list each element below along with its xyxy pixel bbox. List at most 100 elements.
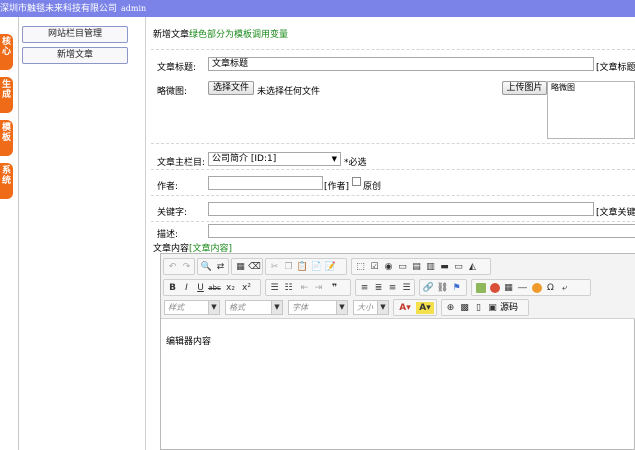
source-button[interactable]: 源码	[500, 302, 518, 314]
top-bar: 深圳市触毯未来科技有限公司 admin	[0, 0, 635, 17]
divider	[151, 221, 635, 222]
title-input[interactable]: 文章标题	[208, 57, 594, 71]
bg-color-icon[interactable]: A▾	[416, 302, 434, 314]
chevron-down-icon: ▼	[377, 301, 388, 314]
copy-icon[interactable]: ❐	[282, 261, 295, 273]
choose-file-button[interactable]: 选择文件	[208, 81, 254, 95]
page-break-icon[interactable]: ⤶	[558, 282, 571, 294]
divider	[151, 169, 635, 170]
underline-icon[interactable]: U	[194, 282, 207, 294]
paste-icon[interactable]: 📋	[296, 261, 309, 273]
chevron-down-icon: ▼	[271, 301, 282, 314]
page-title: 新增文章	[153, 30, 190, 40]
editor-content[interactable]: 编辑器内容	[166, 334, 211, 347]
style-combo[interactable]: 样式 ▼	[164, 300, 220, 315]
cut-icon[interactable]: ✂	[268, 261, 281, 273]
bullet-list-icon[interactable]: ☷	[282, 282, 295, 294]
column-select[interactable]: 公司简介 [ID:1] ▼	[208, 152, 341, 166]
align-left-icon[interactable]: ≡	[358, 282, 371, 294]
show-blocks-icon[interactable]: ▩	[458, 302, 471, 314]
page-hint: 绿色部分为模板调用变量	[189, 30, 289, 40]
maximize-icon[interactable]: ⊕	[444, 302, 457, 314]
tab-core[interactable]: 核心	[0, 34, 13, 70]
paste-word-icon[interactable]: 📝	[324, 261, 337, 273]
desc-label: 描述:	[157, 230, 179, 240]
tab-generate[interactable]: 生成	[0, 77, 13, 113]
find-icon[interactable]: 🔍	[200, 261, 213, 273]
history-group: ↶ ↷	[163, 258, 195, 275]
special-char-icon[interactable]: Ω	[544, 282, 557, 294]
format-group: B I U abc x₂ x²	[163, 279, 261, 296]
format-combo[interactable]: 格式 ▼	[225, 300, 283, 315]
bold-icon[interactable]: B	[166, 282, 179, 294]
divider	[151, 49, 635, 50]
image-icon[interactable]	[476, 283, 486, 293]
company-name: 深圳市触毯未来科技有限公司	[0, 4, 118, 14]
textarea-icon[interactable]: ▤	[410, 261, 423, 273]
indent-icon[interactable]: ⇥	[312, 282, 325, 294]
tools-group: ⊕ ▩ ▯ ▣ 源码	[441, 299, 529, 316]
select-all-icon[interactable]: ▦	[234, 261, 247, 273]
numbered-list-icon[interactable]: ☰	[268, 282, 281, 294]
paste-text-icon[interactable]: 📄	[310, 261, 323, 273]
author-var: [作者]	[324, 182, 350, 192]
form-icon[interactable]: ⬚	[354, 261, 367, 273]
strike-icon[interactable]: abc	[208, 282, 221, 294]
original-checkbox[interactable]	[352, 177, 361, 186]
replace-icon[interactable]: ⇄	[214, 261, 227, 273]
menu-column-manage[interactable]: 网站栏目管理	[22, 26, 128, 43]
select-icon[interactable]: ▥	[424, 261, 437, 273]
align-justify-icon[interactable]: ☰	[400, 282, 413, 294]
font-combo[interactable]: 字体 ▼	[288, 300, 348, 315]
hidden-field-icon[interactable]: ◭	[466, 261, 479, 273]
preview-icon[interactable]: ▯	[472, 302, 485, 314]
subscript-icon[interactable]: x₂	[224, 282, 237, 294]
tab-template[interactable]: 模板	[0, 120, 13, 156]
chevron-down-icon: ▼	[208, 301, 219, 314]
radio-icon[interactable]: ◉	[382, 261, 395, 273]
page-header: 新增文章绿色部分为模板调用变量	[153, 27, 288, 40]
chevron-down-icon: ▼	[336, 301, 347, 314]
upload-image-button[interactable]: 上传图片	[502, 81, 547, 95]
checkbox-icon[interactable]: ☑	[368, 261, 381, 273]
image-button-icon[interactable]: ▭	[452, 261, 465, 273]
required-mark: *必选	[344, 158, 367, 168]
insert-group: ⬚ ☑ ◉ ▭ ▤ ▥ ▬ ▭ ◭	[351, 258, 491, 275]
undo-icon[interactable]: ↶	[166, 261, 179, 273]
list-group: ☰ ☷ ⇤ ⇥ ❞	[265, 279, 351, 296]
left-menu: 网站栏目管理 新增文章	[19, 17, 146, 450]
align-center-icon[interactable]: ≣	[372, 282, 385, 294]
italic-icon[interactable]: I	[180, 282, 193, 294]
size-combo[interactable]: 大小 ▼	[353, 300, 389, 315]
unlink-icon[interactable]: ⛓	[436, 282, 449, 294]
align-right-icon[interactable]: ≡	[386, 282, 399, 294]
flash-icon[interactable]	[490, 283, 500, 293]
redo-icon[interactable]: ↷	[180, 261, 193, 273]
smiley-icon[interactable]	[532, 283, 542, 293]
rich-editor[interactable]: ↶ ↷ 🔍 ⇄ ▦ ⌫ ✂ ❐ 📋 📄 📝 ⬚ ☑ ◉ ▭ ▤ ▥ ▬ ▭ ◭	[160, 253, 635, 450]
eraser-icon[interactable]: ⌫	[248, 261, 261, 273]
thumb-preview: 略微图	[547, 81, 635, 139]
link-icon[interactable]: 🔗	[422, 282, 435, 294]
title-var: [文章标题]	[596, 63, 635, 73]
button-icon[interactable]: ▬	[438, 261, 451, 273]
table-icon[interactable]: ▦	[502, 282, 515, 294]
keywords-label: 关键字:	[157, 208, 188, 218]
textfield-icon[interactable]: ▭	[396, 261, 409, 273]
horizontal-rule-icon[interactable]: ―	[516, 282, 529, 294]
keywords-input[interactable]	[208, 202, 594, 216]
blockquote-icon[interactable]: ❞	[328, 282, 341, 294]
text-color-icon[interactable]: A▾	[396, 302, 414, 314]
current-user: admin	[121, 4, 147, 13]
menu-add-article[interactable]: 新增文章	[22, 47, 128, 64]
superscript-icon[interactable]: x²	[240, 282, 253, 294]
select-group: ▦ ⌫	[231, 258, 263, 275]
desc-input[interactable]	[208, 224, 635, 238]
divider	[151, 195, 635, 196]
outdent-icon[interactable]: ⇤	[298, 282, 311, 294]
author-label: 作者:	[157, 182, 179, 192]
tab-system[interactable]: 系统	[0, 163, 13, 199]
author-input[interactable]	[208, 176, 323, 190]
source-icon[interactable]: ▣	[486, 302, 499, 314]
anchor-icon[interactable]: ⚑	[450, 282, 463, 294]
